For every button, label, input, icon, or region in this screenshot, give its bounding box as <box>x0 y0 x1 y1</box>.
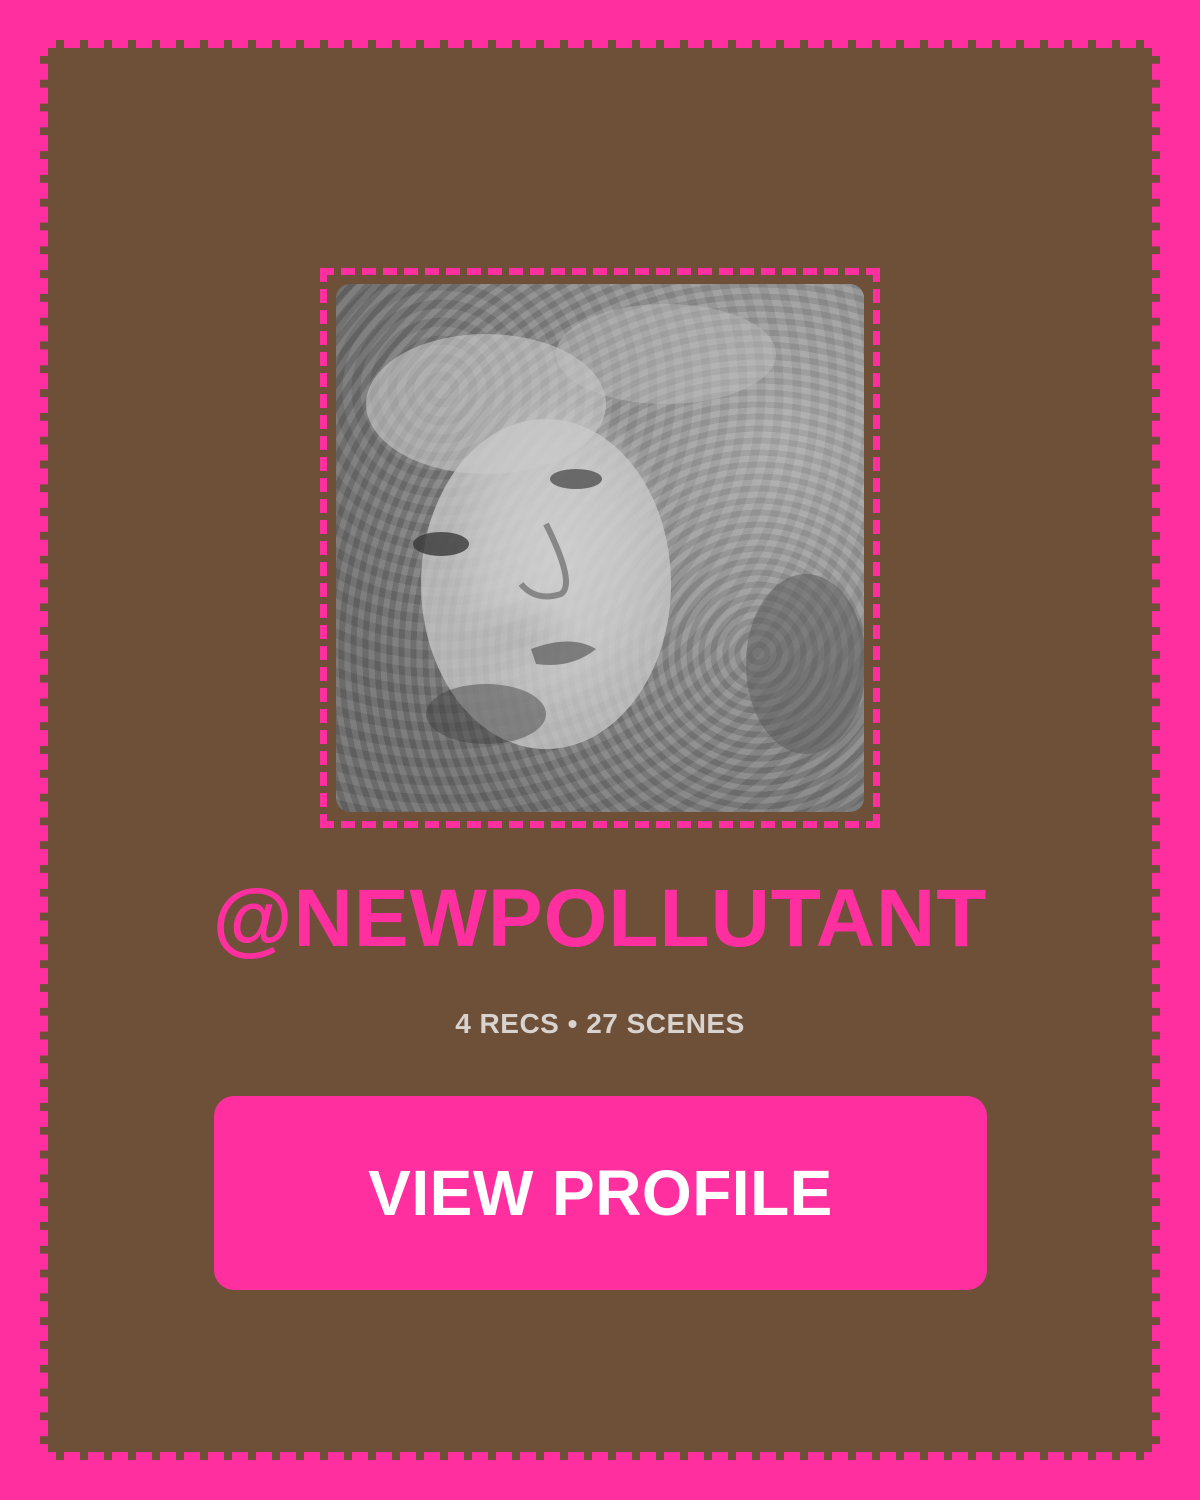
avatar-frame <box>320 268 880 828</box>
profile-stats: 4 RECS • 27 SCENES <box>455 1008 745 1039</box>
avatar-face-illustration <box>366 304 864 754</box>
avatar[interactable] <box>336 284 864 812</box>
view-profile-button[interactable]: VIEW PROFILE <box>214 1096 987 1290</box>
profile-handle: @NEWPOLLUTANT <box>212 873 988 964</box>
